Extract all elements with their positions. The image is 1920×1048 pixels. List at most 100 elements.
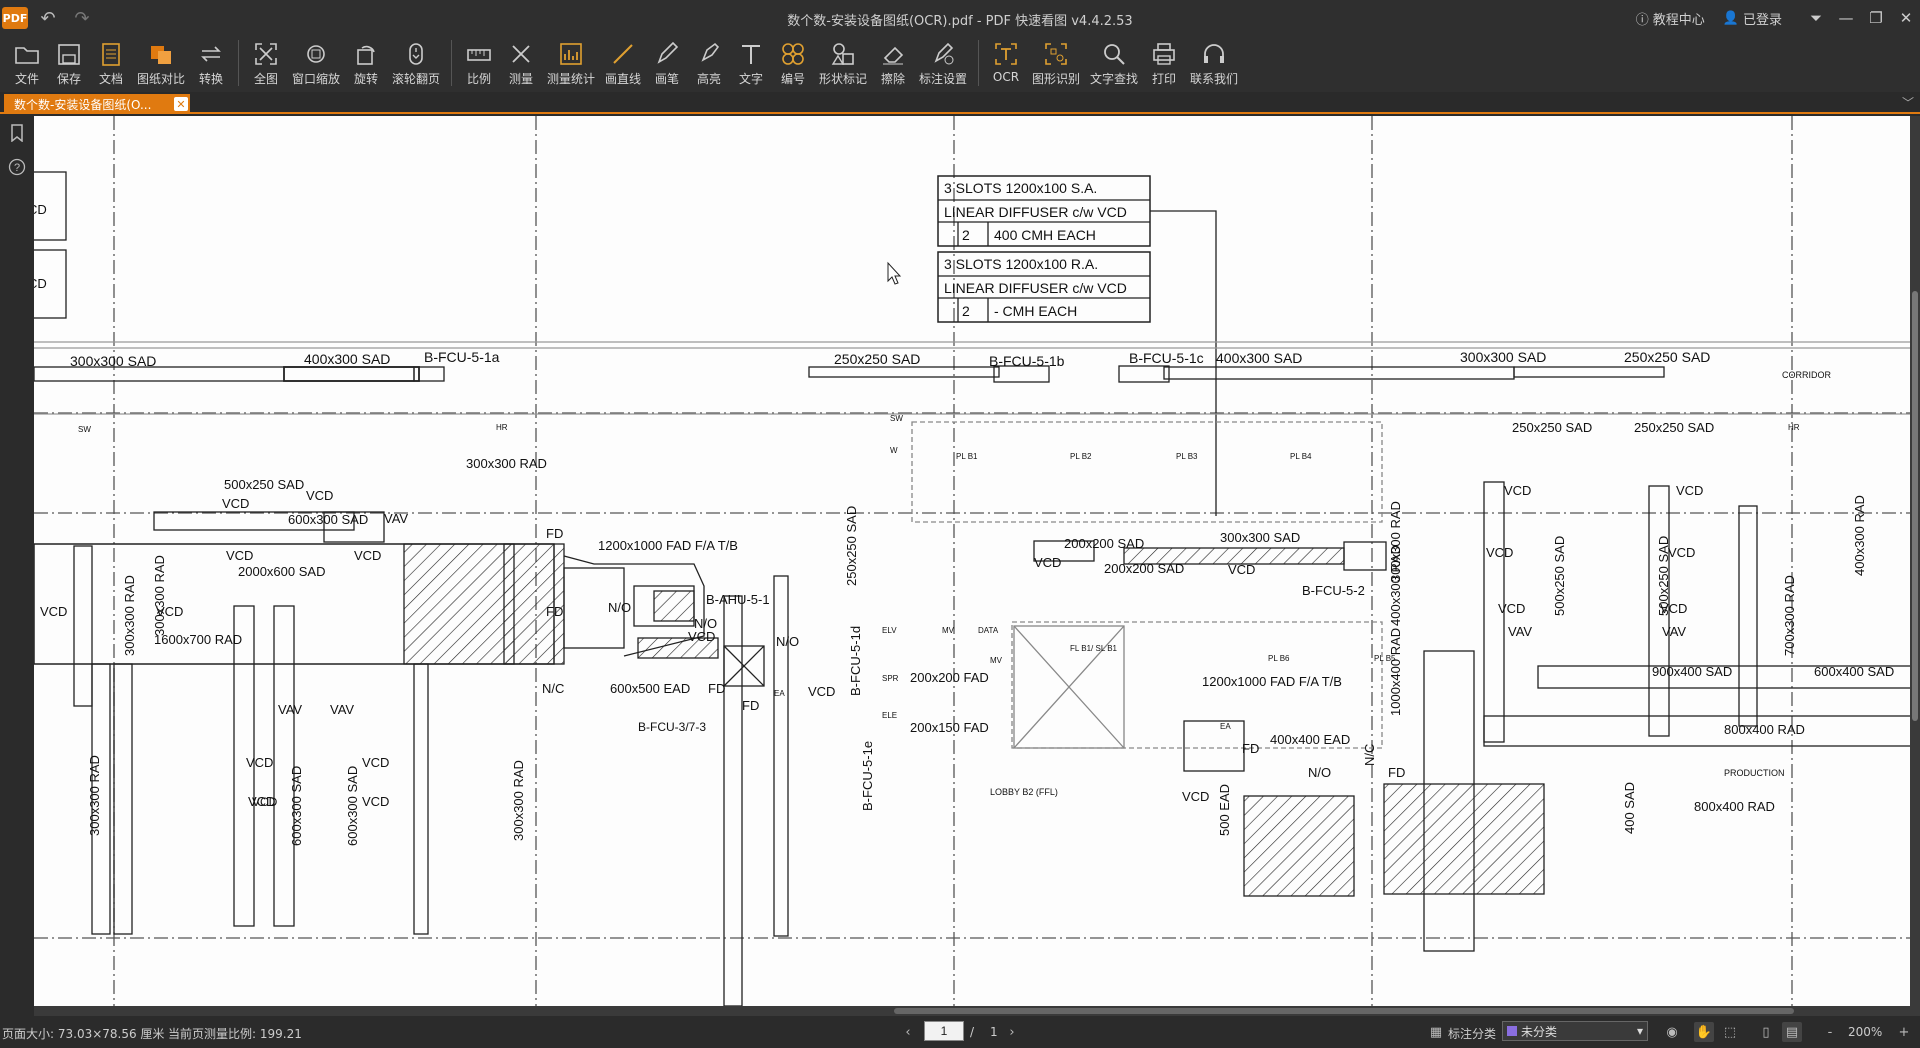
drawing-label: B-AHU-5-1 <box>706 592 770 607</box>
drawing-label: 500x250 SAD <box>1552 536 1567 616</box>
tool-scroll-page-button[interactable]: 滚轮翻页 <box>387 36 445 92</box>
single-page-icon[interactable]: ▯ <box>1756 1022 1776 1042</box>
drawing-label: ELE <box>882 711 897 720</box>
drawing-label: FD <box>1242 741 1259 756</box>
drawing-label: HR <box>1788 423 1800 432</box>
bookmark-icon[interactable] <box>0 116 34 150</box>
drawing-label: 1000x400 RAD <box>1388 628 1403 716</box>
tool-line-button[interactable]: 画直线 <box>600 36 646 92</box>
toolbar-separator <box>451 40 452 86</box>
restore-icon[interactable]: ❐ <box>1862 4 1890 32</box>
minimize-icon[interactable]: — <box>1832 4 1860 32</box>
drawing-label: 300x300 SAD <box>1220 530 1300 545</box>
tool-scale-button[interactable]: 比例 <box>458 36 500 92</box>
zoom-level[interactable]: 200% <box>1848 1025 1882 1039</box>
toolbar-separator <box>238 40 239 86</box>
drawing-label: PL B3 <box>1176 452 1198 461</box>
print-icon <box>1150 40 1178 68</box>
drawing-label: 2 <box>962 227 970 243</box>
annotation-category-select[interactable]: 未分类 ▾ <box>1502 1021 1648 1041</box>
tool-measure-button[interactable]: 测量 <box>500 36 542 92</box>
eye-icon[interactable]: ◉ <box>1662 1022 1682 1042</box>
total-pages: 1 <box>990 1025 998 1039</box>
drawing-label: VCD <box>808 684 835 699</box>
drawing-label: PL B5 <box>1374 654 1396 663</box>
drawing-label: VCD <box>1504 483 1531 498</box>
tool-save-button[interactable]: 保存 <box>48 36 90 92</box>
login-link[interactable]: 👤 已登录 <box>1723 9 1782 28</box>
drawing-label: SW <box>890 414 903 423</box>
left-side-panel: ? <box>0 116 34 1016</box>
tool-shape-recognition-button[interactable]: 图形识别 <box>1027 36 1085 92</box>
tool-text-button[interactable]: 文字 <box>730 36 772 92</box>
continuous-page-icon[interactable]: ▤ <box>1782 1022 1802 1042</box>
horizontal-scrollbar[interactable] <box>34 1006 1920 1016</box>
drawing-label: CD <box>34 202 47 217</box>
tool-rotate-button[interactable]: 旋转 <box>345 36 387 92</box>
undo-icon[interactable]: ↶ <box>34 4 62 32</box>
tool-window-zoom-button[interactable]: 窗口缩放 <box>287 36 345 92</box>
tool-numbering-button[interactable]: 编号 <box>772 36 814 92</box>
tool-document-button[interactable]: 文档 <box>90 36 132 92</box>
tool-highlight-button[interactable]: 高亮 <box>688 36 730 92</box>
measure-scale-text[interactable]: 当前页测量比例: 199.21 <box>168 1025 302 1042</box>
drawing-label: 200x200 SAD <box>1104 561 1184 576</box>
menu-dropdown-icon[interactable]: ⏷ <box>1802 4 1830 32</box>
drawing-label: N/C <box>1362 744 1377 766</box>
tool-label: 滚轮翻页 <box>391 72 440 86</box>
tool-search-button[interactable]: 文字查找 <box>1085 36 1143 92</box>
drawing-label: B-FCU-3/7-3 <box>638 720 706 734</box>
drawing-label: 600x300 SAD <box>288 512 368 527</box>
help-icon[interactable]: ? <box>0 150 34 184</box>
tool-ocr-button[interactable]: OCR <box>985 36 1027 92</box>
redo-icon[interactable]: ↷ <box>68 4 96 32</box>
drawing-sheet[interactable]: 3 SLOTS 1200x100 S.A. LINEAR DIFFUSER c/w… <box>34 116 1920 1006</box>
horizontal-scroll-thumb[interactable] <box>894 1008 1794 1014</box>
tab-list-chevron-icon[interactable]: ﹀ <box>1902 94 1914 111</box>
drawing-canvas-area[interactable]: 3 SLOTS 1200x100 S.A. LINEAR DIFFUSER c/w… <box>34 116 1920 1016</box>
tool-label: 旋转 <box>353 72 378 86</box>
drawing-label: 300x300 RAD <box>152 555 167 636</box>
close-window-icon[interactable]: ✕ <box>1892 4 1920 32</box>
zoom-in-icon[interactable]: + <box>1894 1022 1914 1042</box>
svg-text:?: ? <box>14 162 20 174</box>
drawing-label: VAV <box>278 702 302 717</box>
vertical-scrollbar[interactable] <box>1910 116 1920 1006</box>
drawing-label: VCD <box>1660 601 1687 616</box>
tool-print-button[interactable]: 打印 <box>1143 36 1185 92</box>
tool-annotation-settings-button[interactable]: 标注设置 <box>914 36 972 92</box>
login-label: 已登录 <box>1742 12 1782 28</box>
drawing-label: 300x300 SAD <box>1460 349 1546 365</box>
hand-tool-icon[interactable]: ✋ <box>1694 1022 1714 1042</box>
tool-shape-mark-button[interactable]: 形状标记 <box>814 36 872 92</box>
tool-folder-button[interactable]: 文件 <box>6 36 48 92</box>
drawing-label: N/O <box>608 600 631 615</box>
vertical-scroll-thumb[interactable] <box>1912 291 1918 721</box>
numbering-icon <box>779 40 807 68</box>
tool-fit-all-button[interactable]: 全图 <box>245 36 287 92</box>
drawing-label: FD <box>742 698 759 713</box>
tool-label: 转换 <box>198 72 223 86</box>
select-tool-icon[interactable]: ⬚ <box>1720 1022 1740 1042</box>
tool-eraser-button[interactable]: 擦除 <box>872 36 914 92</box>
document-tab[interactable]: 数个数-安装设备图纸(O... ✕ <box>4 94 190 114</box>
prev-page-icon[interactable]: ‹ <box>898 1022 918 1042</box>
tool-measure-stats-button[interactable]: 测量统计 <box>542 36 600 92</box>
tool-label: 擦除 <box>880 72 905 86</box>
title-bar: PDF ↶ ↷ 数个数-安装设备图纸(OCR).pdf - PDF 快速看图 v… <box>0 0 1920 36</box>
drawing-label: N/C <box>542 681 564 696</box>
drawing-label: 600x400 SAD <box>1814 664 1894 679</box>
next-page-icon[interactable]: › <box>1002 1022 1022 1042</box>
pen-icon <box>653 40 681 68</box>
zoom-out-icon[interactable]: - <box>1820 1022 1840 1042</box>
drawing-label: PL B1 <box>956 452 978 461</box>
drawing-label: 500 EAD <box>1217 784 1232 836</box>
drawing-label: PL B2 <box>1070 452 1092 461</box>
tutorial-link[interactable]: ⓘ 教程中心 <box>1636 9 1705 28</box>
tool-compare-button[interactable]: 图纸对比 <box>132 36 190 92</box>
tool-pen-button[interactable]: 画笔 <box>646 36 688 92</box>
close-tab-icon[interactable]: ✕ <box>174 97 188 111</box>
tool-headset-button[interactable]: 联系我们 <box>1185 36 1243 92</box>
tool-convert-button[interactable]: 转换 <box>190 36 232 92</box>
page-number-input[interactable] <box>924 1021 964 1041</box>
